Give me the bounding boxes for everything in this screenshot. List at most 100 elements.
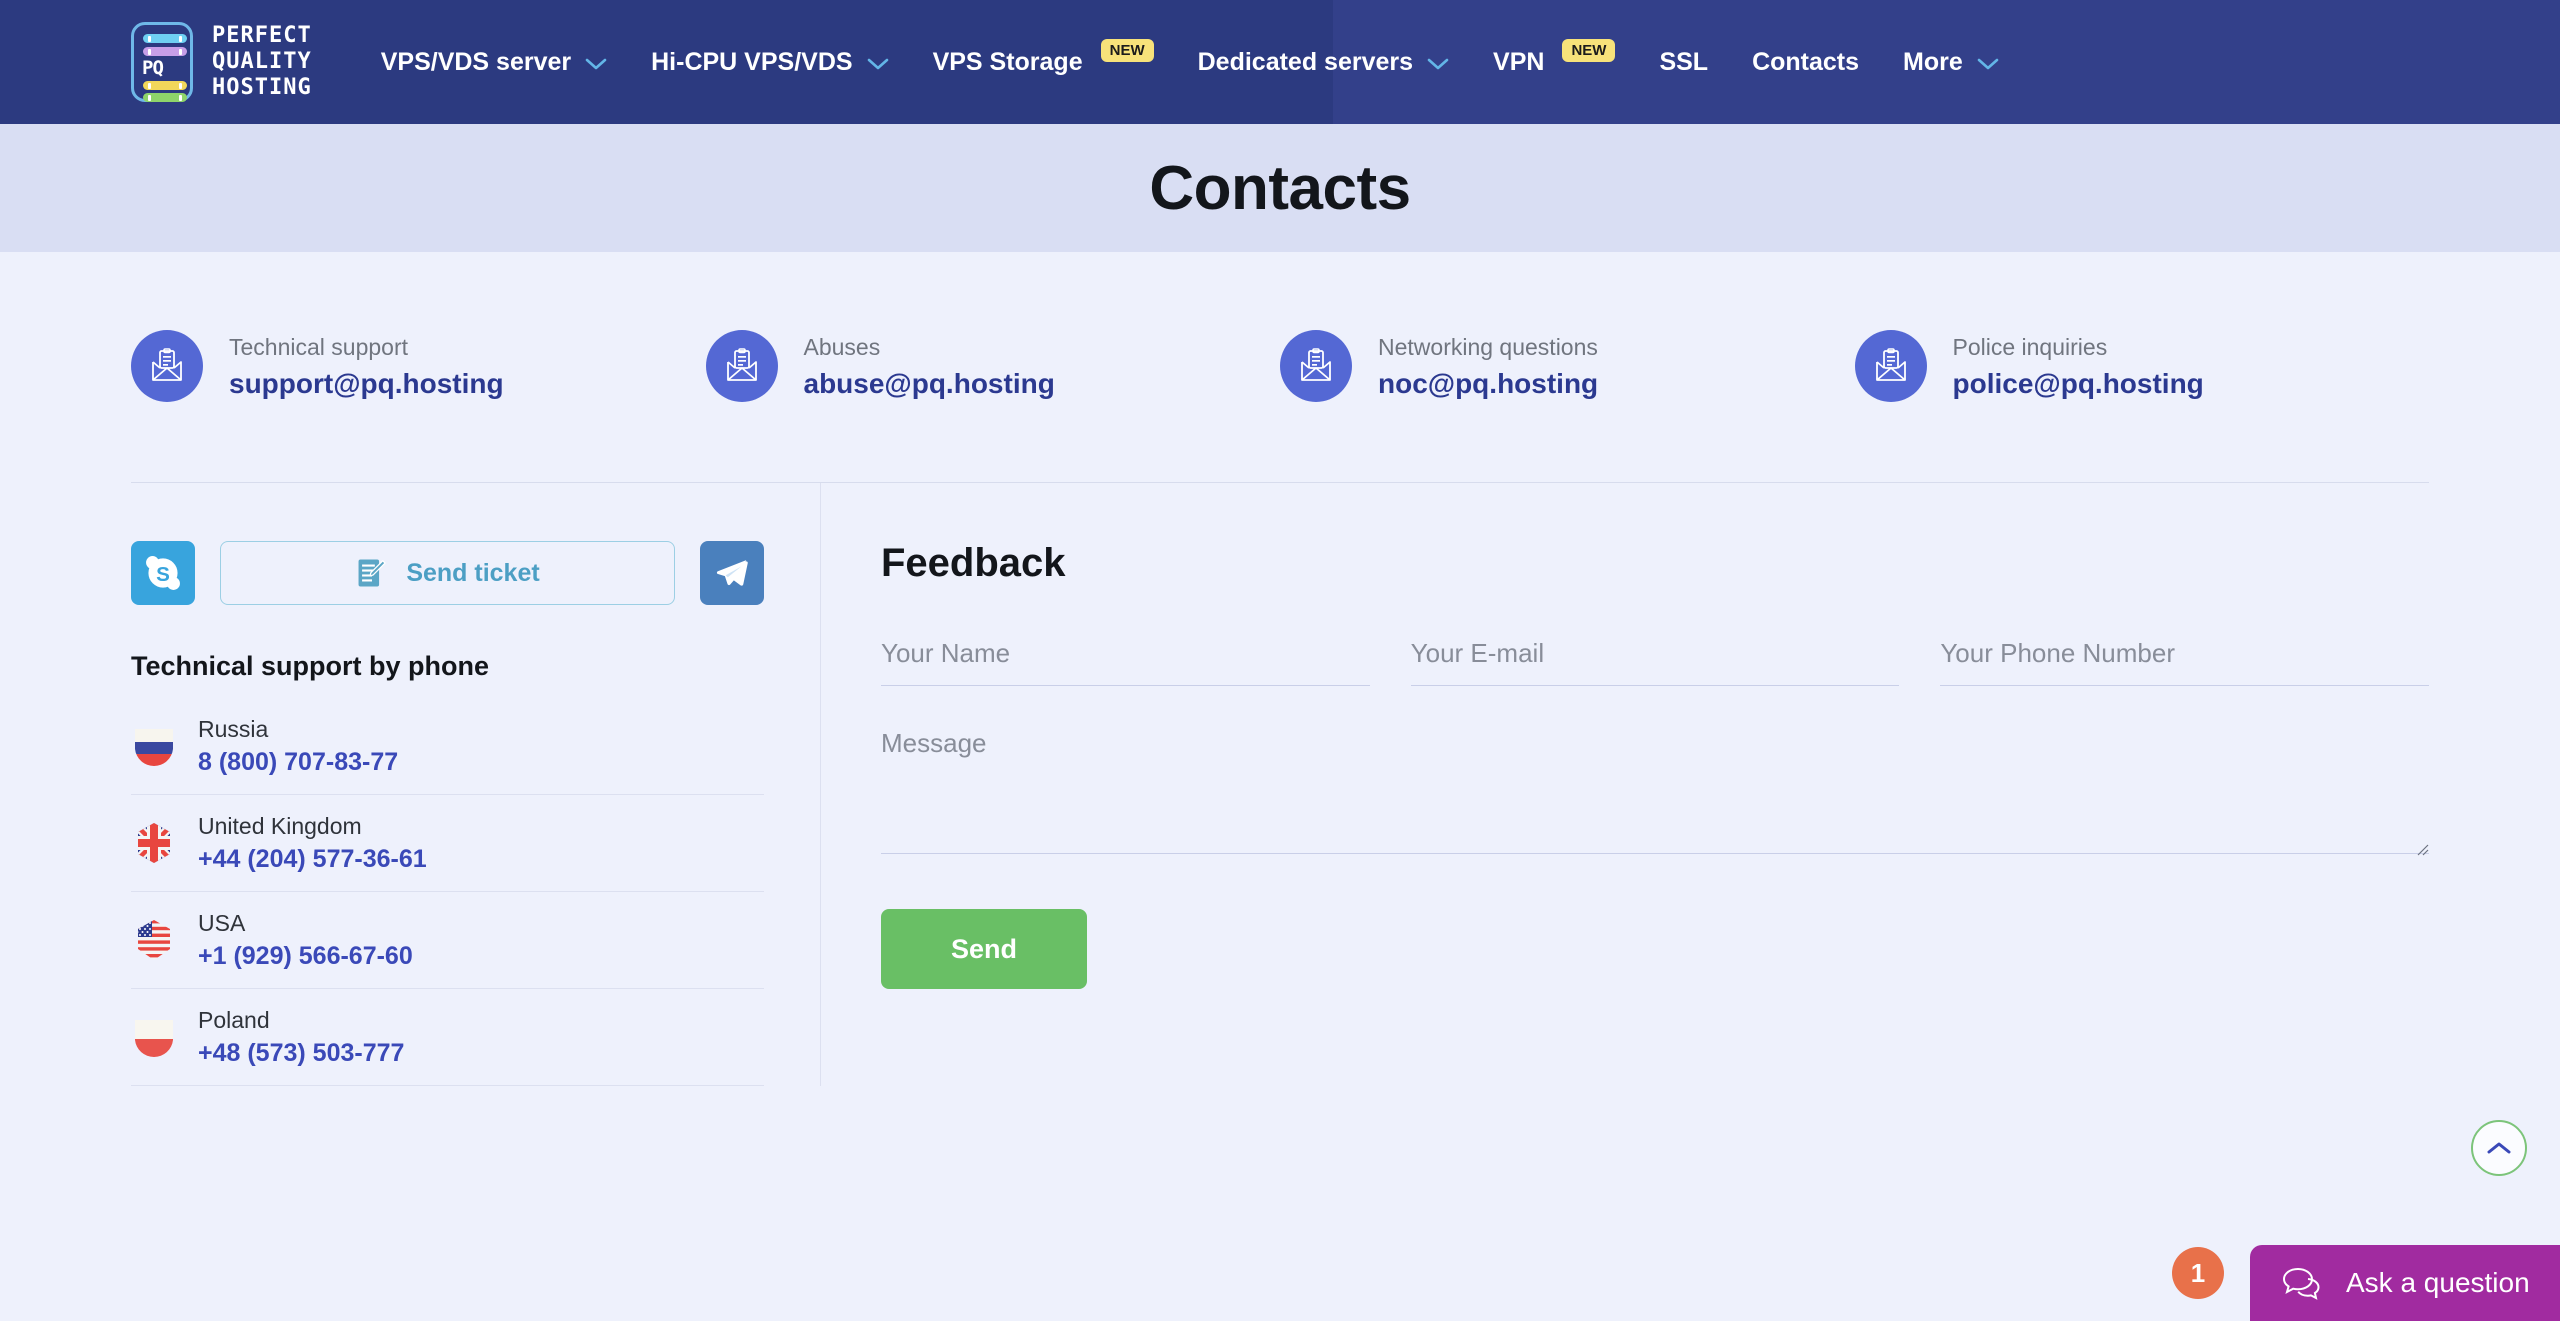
telegram-icon xyxy=(716,560,748,586)
messenger-buttons-row: S Send ticket xyxy=(131,541,764,605)
send-ticket-button[interactable]: Send ticket xyxy=(220,541,675,605)
phone-country: United Kingdom xyxy=(198,813,362,839)
logo-wordmark: PERFECT QUALITY HOSTING xyxy=(212,23,312,101)
phone-list-item: Poland +48 (573) 503-777 xyxy=(131,989,764,1086)
nav-item-label: More xyxy=(1903,48,1963,76)
contacts-columns: S Send ticket Technical support by phone… xyxy=(131,483,2430,1086)
nav-item-label: Dedicated servers xyxy=(1197,48,1414,76)
page-title: Contacts xyxy=(1149,153,1411,223)
skype-button[interactable]: S xyxy=(131,541,195,605)
nav-badge-new: NEW xyxy=(1100,38,1154,62)
chevron-down-icon xyxy=(1427,58,1449,70)
logo-line-2: QUALITY xyxy=(212,49,312,74)
phone-meta: Poland +48 (573) 503-777 xyxy=(198,1005,404,1069)
logo-line-3: HOSTING xyxy=(212,75,312,100)
envelope-icon xyxy=(705,330,778,402)
phone-list-item: USA +1 (929) 566-67-60 xyxy=(131,892,764,989)
nav-item-more[interactable]: More xyxy=(1881,0,2021,124)
site-logo[interactable]: PQ PERFECT QUALITY HOSTING xyxy=(131,22,312,102)
name-input[interactable] xyxy=(881,638,1370,686)
nav-item-dedicated-servers[interactable]: Dedicated servers xyxy=(1176,0,1471,124)
send-ticket-label: Send ticket xyxy=(406,558,540,587)
email-contact-block: Technical support support@pq.hosting xyxy=(131,330,706,402)
envelope-icon xyxy=(131,330,203,402)
email-input[interactable] xyxy=(1410,638,1900,686)
contact-methods-column: S Send ticket Technical support by phone… xyxy=(131,483,821,1086)
email-address[interactable]: abuse@pq.hosting xyxy=(804,368,1055,400)
nav-item-ssl[interactable]: SSL xyxy=(1637,0,1730,124)
chevron-down-icon xyxy=(867,58,889,70)
email-address[interactable]: noc@pq.hosting xyxy=(1378,368,1598,400)
top-navigation-bar: PQ PERFECT QUALITY HOSTING VPS/VDS serve… xyxy=(0,0,2560,124)
nav-item-label: Contacts xyxy=(1752,48,1860,76)
nav-item-label: SSL xyxy=(1659,48,1709,76)
email-contact-block: Networking questions noc@pq.hosting xyxy=(1280,330,1855,402)
email-meta: Technical support support@pq.hosting xyxy=(229,332,504,400)
phone-country: USA xyxy=(198,910,246,936)
email-contact-block: Police inquiries police@pq.hosting xyxy=(1854,330,2430,402)
phone-meta: United Kingdom +44 (204) 577-36-61 xyxy=(198,811,427,875)
phone-number[interactable]: 8 (800) 707-83-77 xyxy=(198,746,398,778)
phone-number[interactable]: +44 (204) 577-36-61 xyxy=(198,843,427,875)
phone-field-wrap xyxy=(1940,638,2430,686)
phone-list-item: Russia 8 (800) 707-83-77 xyxy=(131,698,764,795)
chat-bubbles-icon xyxy=(2282,1267,2320,1300)
name-field-wrap xyxy=(881,638,1370,686)
phone-country: Russia xyxy=(198,716,269,742)
logo-mark-icon: PQ xyxy=(131,22,193,102)
email-meta: Abuses abuse@pq.hosting xyxy=(804,332,1055,400)
email-address[interactable]: support@pq.hosting xyxy=(229,368,504,400)
svg-text:S: S xyxy=(156,563,170,586)
page-hero: Contacts xyxy=(0,124,2560,252)
nav-item-label: VPS/VDS server xyxy=(380,48,572,76)
nav-item-vps-vds-server[interactable]: VPS/VDS server xyxy=(359,0,629,124)
email-contact-block: Abuses abuse@pq.hosting xyxy=(705,330,1281,402)
skype-icon: S xyxy=(146,556,180,590)
phone-number[interactable]: +48 (573) 503-777 xyxy=(198,1037,404,1069)
email-field-wrap xyxy=(1410,638,1900,686)
email-contacts-row: Technical support support@pq.hosting Abuse… xyxy=(131,252,2429,402)
nav-item-label: VPN xyxy=(1493,48,1545,76)
flag-usa-icon xyxy=(131,917,177,963)
nav-item-vps-storage[interactable]: VPS Storage NEW xyxy=(911,0,1176,124)
envelope-icon xyxy=(1854,330,1927,402)
phone-number[interactable]: +1 (929) 566-67-60 xyxy=(198,940,413,972)
phone-input[interactable] xyxy=(1940,638,2430,686)
unread-count-badge: 1 xyxy=(2172,1247,2224,1299)
ask-question-widget: 1 Ask a question xyxy=(2172,1245,2560,1321)
flag-russia-icon xyxy=(131,723,177,769)
email-address[interactable]: police@pq.hosting xyxy=(1953,368,2204,400)
send-button[interactable]: Send xyxy=(881,909,1087,989)
nav-item-contacts[interactable]: Contacts xyxy=(1730,0,1881,124)
phone-list-item: United Kingdom +44 (204) 577-36-61 xyxy=(131,795,764,892)
nav-item-hi-cpu-vps-vds[interactable]: Hi-CPU VPS/VDS xyxy=(629,0,910,124)
email-label: Technical support xyxy=(229,334,408,360)
nav-item-label: VPS Storage xyxy=(932,48,1083,76)
phone-list: Russia 8 (800) 707-83-77 United Kingdom +44… xyxy=(131,698,764,1086)
ask-a-question-button[interactable]: Ask a question xyxy=(2250,1245,2560,1321)
email-label: Networking questions xyxy=(1378,334,1598,360)
phone-meta: Russia 8 (800) 707-83-77 xyxy=(198,714,398,778)
nav-badge-new: NEW xyxy=(1562,38,1616,62)
ticket-note-icon xyxy=(358,559,386,587)
flag-poland-icon xyxy=(131,1014,177,1060)
main-menu: VPS/VDS server Hi-CPU VPS/VDS VPS Storage N… xyxy=(359,0,2021,124)
email-label: Police inquiries xyxy=(1952,334,2108,360)
envelope-icon xyxy=(1280,330,1352,402)
flag-uk-icon xyxy=(131,820,177,866)
scroll-to-top-button[interactable] xyxy=(2471,1120,2527,1176)
logo-monogram: PQ xyxy=(142,57,164,79)
email-meta: Police inquiries police@pq.hosting xyxy=(1953,332,2204,400)
nav-item-vpn[interactable]: VPN NEW xyxy=(1471,0,1637,124)
chevron-up-icon xyxy=(2487,1142,2511,1154)
nav-item-label: Hi-CPU VPS/VDS xyxy=(651,48,853,76)
message-textarea[interactable] xyxy=(881,728,2429,854)
chevron-down-icon xyxy=(1977,58,1999,70)
telegram-button[interactable] xyxy=(700,541,764,605)
page-content: Technical support support@pq.hosting Abuse… xyxy=(0,252,2560,1086)
logo-line-1: PERFECT xyxy=(212,23,312,48)
feedback-title: Feedback xyxy=(881,541,1066,585)
email-meta: Networking questions noc@pq.hosting xyxy=(1378,332,1598,400)
ask-a-question-label: Ask a question xyxy=(2346,1267,2530,1298)
phone-section-title: Technical support by phone xyxy=(131,651,490,681)
